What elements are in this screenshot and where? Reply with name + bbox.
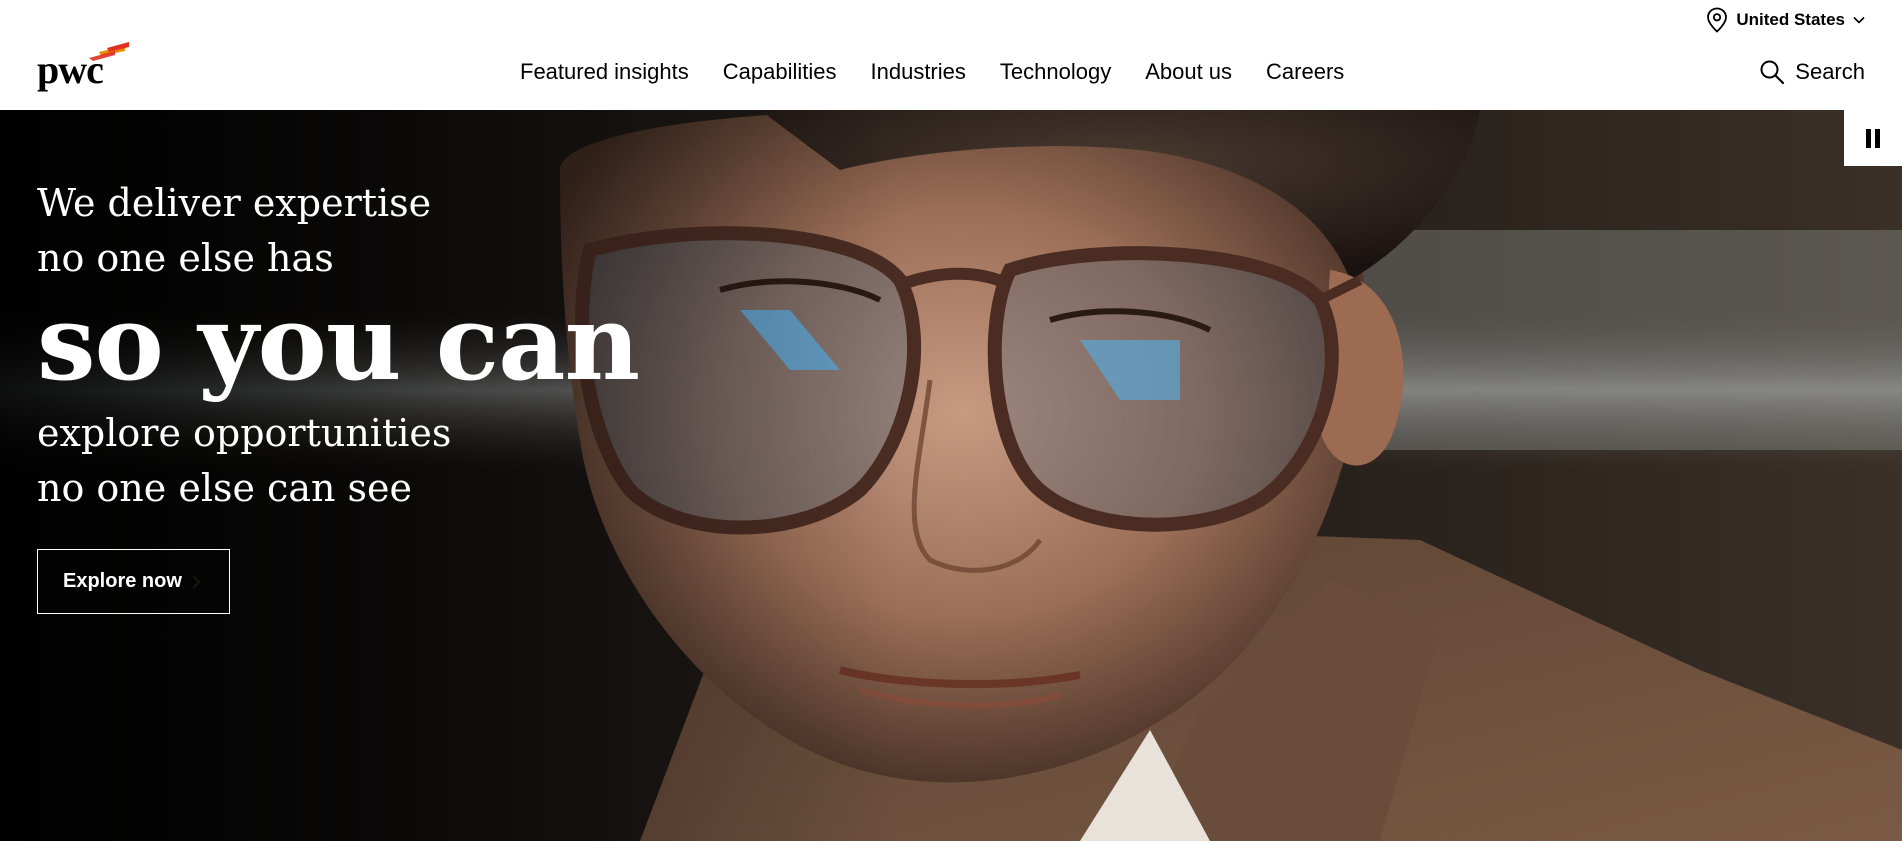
hero-line-4: no one else can see [37,466,413,510]
page-below-hero [0,841,1902,868]
magnifier-icon [1760,60,1785,85]
main-nav: Featured insights Capabilities Industrie… [520,56,1361,88]
explore-now-button[interactable]: Explore now [37,549,230,614]
chevron-right-icon [192,575,201,588]
hero-line-1: We deliver expertise [37,181,432,225]
hero-banner: We deliver expertise no one else has so … [0,110,1902,841]
search-button[interactable]: Search [1759,56,1865,88]
search-label: Search [1795,59,1865,84]
hero-copy: We deliver expertise no one else has so … [37,176,640,516]
nav-careers[interactable]: Careers [1249,56,1361,88]
pause-icon-bar-left [1866,128,1871,148]
region-selector[interactable]: United States [1706,7,1865,33]
region-label: United States [1736,10,1845,29]
nav-technology[interactable]: Technology [983,56,1128,88]
nav-featured-insights[interactable]: Featured insights [520,56,706,88]
pause-button[interactable] [1844,110,1902,166]
hero-headline: so you can [37,281,640,404]
site-header: United States pwc Featured insights Capa… [0,0,1902,110]
pause-icon-bar-right [1875,128,1880,148]
location-pin-icon [1707,7,1728,33]
nav-capabilities[interactable]: Capabilities [706,56,854,88]
nav-industries[interactable]: Industries [854,56,983,88]
hero-line-3: explore opportunities [37,411,452,455]
chevron-down-icon [1853,16,1865,24]
logo-mark-icon [89,42,129,61]
pwc-logo[interactable]: pwc [37,42,129,92]
hero-line-2: no one else has [37,236,334,280]
nav-about-us[interactable]: About us [1128,56,1249,88]
cta-label: Explore now [63,570,182,592]
